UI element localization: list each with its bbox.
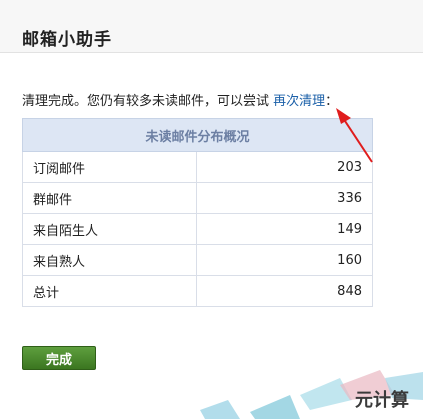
envelope-decoration-icon	[200, 370, 423, 419]
watermark-text: 元计算	[355, 390, 409, 411]
